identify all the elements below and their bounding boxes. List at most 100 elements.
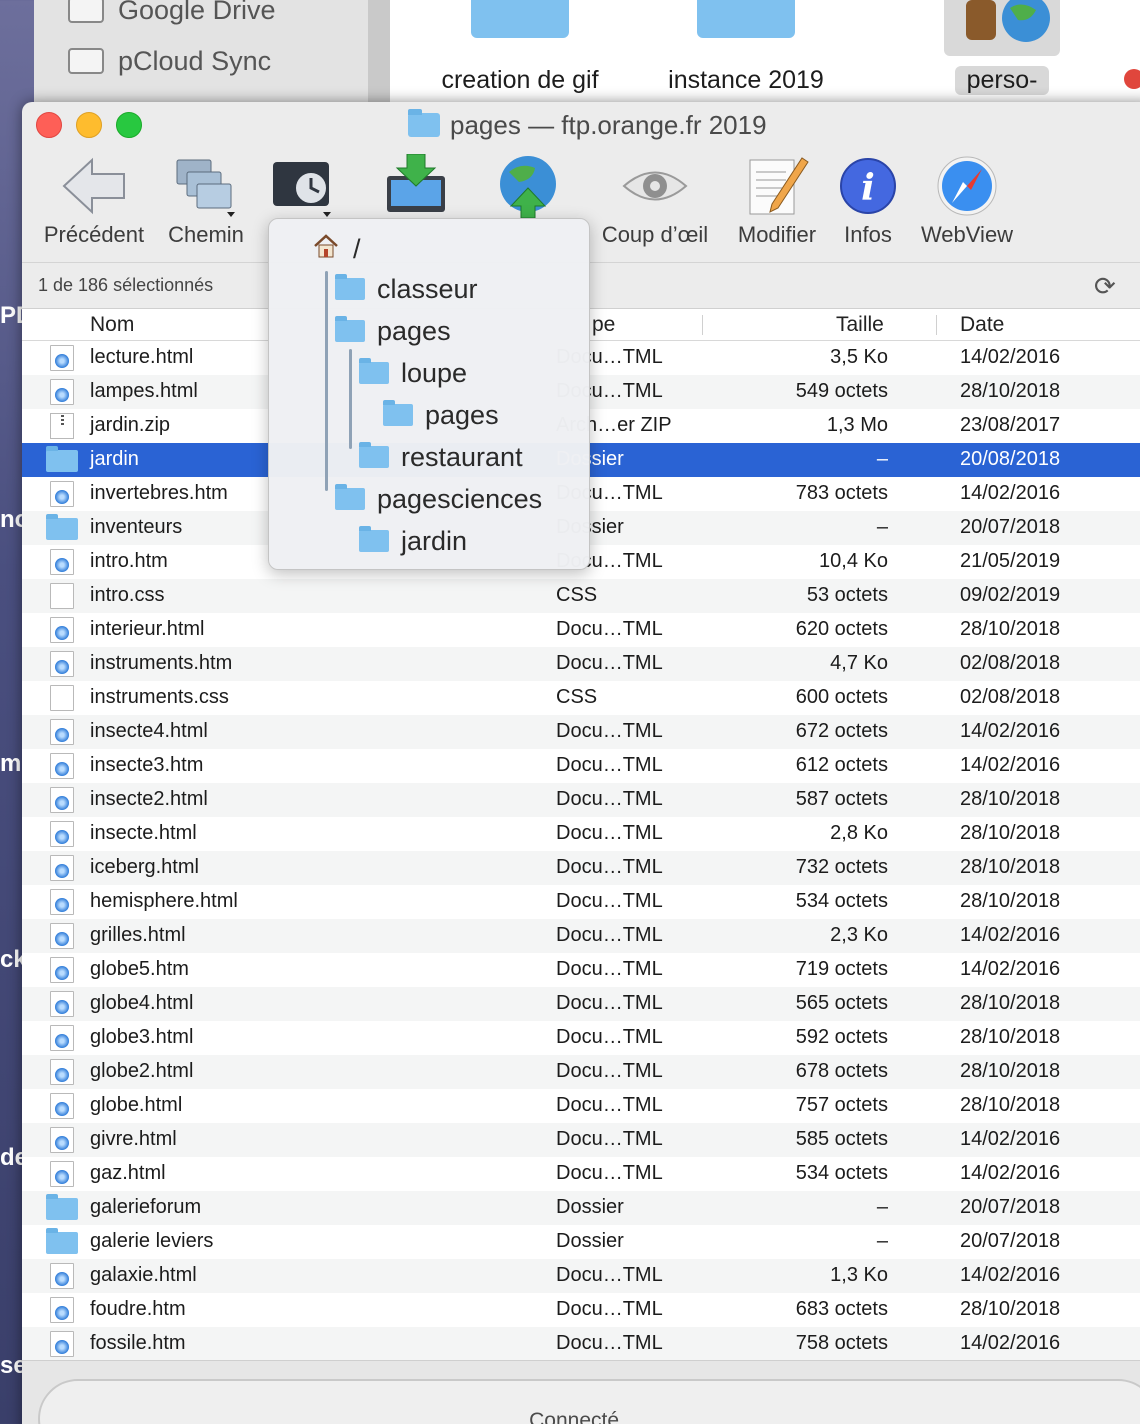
file-date: 28/10/2018 [960, 1026, 1061, 1048]
file-date: 14/02/2016 [960, 482, 1061, 504]
file-name: instruments.htm [90, 652, 233, 674]
toolbar-label: WebView [920, 222, 1014, 247]
table-row[interactable]: foudre.htm Docu…TML 683 octets 28/10/2018 [22, 1293, 1140, 1327]
folder-icon [359, 442, 389, 468]
file-name: galerie leviers [90, 1230, 214, 1252]
path-item-pages-nested[interactable]: pages [383, 395, 499, 435]
selection-count: 1 de 186 sélectionnés [38, 275, 214, 295]
path-item-pagesciences[interactable]: pagesciences [335, 479, 542, 519]
table-row[interactable]: interieur.html Docu…TML 620 octets 28/10/20… [22, 613, 1140, 647]
file-kind: Dossier [556, 1196, 624, 1218]
file-size: 672 octets [795, 720, 888, 742]
file-name: fossile.htm [90, 1332, 186, 1354]
table-row[interactable]: insecte2.html Docu…TML 587 octets 28/10/201… [22, 783, 1140, 817]
table-row[interactable]: galerieforum Dossier – 20/07/2018 [22, 1191, 1140, 1225]
column-divider[interactable] [702, 315, 703, 335]
path-item-restaurant[interactable]: restaurant [359, 437, 523, 477]
path-item-classeur[interactable]: classeur [335, 269, 478, 309]
refresh-icon[interactable]: ⟳ [1094, 271, 1116, 302]
zoom-button[interactable] [116, 112, 142, 138]
table-row[interactable]: grilles.html Docu…TML 2,3 Ko 14/02/2016 [22, 919, 1140, 953]
title-bar[interactable]: pages — ftp.orange.fr 2019 [22, 102, 1140, 146]
edit-button[interactable]: Modifier [728, 154, 826, 248]
file-size: 2,3 Ko [830, 924, 888, 946]
table-row[interactable]: givre.html Docu…TML 585 octets 14/02/2016 [22, 1123, 1140, 1157]
folder-item-instance-2019[interactable]: instance 2019 [646, 0, 846, 102]
file-date: 14/02/2016 [960, 720, 1061, 742]
file-date: 14/02/2016 [960, 754, 1061, 776]
file-name: lampes.html [90, 380, 198, 402]
back-button[interactable]: Précédent [38, 154, 150, 248]
table-row[interactable]: galerie leviers Dossier – 20/07/2018 [22, 1225, 1140, 1259]
column-divider[interactable] [936, 315, 937, 335]
path-item-loupe[interactable]: loupe [359, 353, 467, 393]
download-icon [378, 154, 454, 218]
file-name: globe2.html [90, 1060, 194, 1082]
table-row[interactable]: globe.html Docu…TML 757 octets 28/10/2018 [22, 1089, 1140, 1123]
path-item-label: classeur [377, 273, 478, 304]
info-button[interactable]: i Infos [834, 154, 902, 248]
html-document-icon [50, 821, 74, 847]
quicklook-button[interactable]: Coup d’œil [596, 154, 714, 248]
path-item-pages[interactable]: pages [335, 311, 451, 351]
file-size: 683 octets [795, 1298, 888, 1320]
file-name: insecte3.htm [90, 754, 204, 776]
file-kind: Docu…TML [556, 754, 663, 776]
file-size: 612 octets [795, 754, 888, 776]
folder-label: perso- [954, 66, 1050, 95]
table-row[interactable]: hemisphere.html Docu…TML 534 octets 28/10/2… [22, 885, 1140, 919]
file-date: 28/10/2018 [960, 822, 1061, 844]
file-size: 3,5 Ko [830, 346, 888, 368]
background-scrollbar[interactable] [368, 0, 390, 102]
table-row[interactable]: globe4.html Docu…TML 565 octets 28/10/2018 [22, 987, 1140, 1021]
table-row[interactable]: intro.css CSS 53 octets 09/02/2019 [22, 579, 1140, 613]
table-row[interactable]: instruments.css CSS 600 octets 02/08/2018 [22, 681, 1140, 715]
table-row[interactable]: insecte3.htm Docu…TML 612 octets 14/02/2016 [22, 749, 1140, 783]
table-row[interactable]: globe2.html Docu…TML 678 octets 28/10/2018 [22, 1055, 1140, 1089]
path-item-label: pages [377, 315, 451, 346]
file-name: globe4.html [90, 992, 194, 1014]
webview-button[interactable]: WebView [916, 154, 1018, 248]
path-item-jardin[interactable]: jardin [359, 521, 467, 561]
sidebar-item-google-drive[interactable]: Google Drive [68, 0, 276, 30]
upload-button[interactable] [490, 154, 566, 222]
minimize-button[interactable] [76, 112, 102, 138]
table-row[interactable]: globe3.html Docu…TML 592 octets 28/10/2018 [22, 1021, 1140, 1055]
folder-label: creation de gif [441, 66, 599, 94]
file-name: jardin.zip [90, 414, 171, 436]
download-button[interactable] [378, 154, 454, 222]
folder-item-perso[interactable]: perso- [902, 0, 1102, 102]
table-row[interactable]: insecte.html Docu…TML 2,8 Ko 28/10/2018 [22, 817, 1140, 851]
table-row[interactable]: fossile.htm Docu…TML 758 octets 14/02/2016 [22, 1327, 1140, 1361]
table-row[interactable]: globe5.htm Docu…TML 719 octets 14/02/2016 [22, 953, 1140, 987]
folder-item-creation-de-gif[interactable]: creation de gif [420, 0, 620, 102]
folder-icon [46, 446, 78, 472]
column-header-name[interactable]: Nom [90, 313, 134, 337]
path-button[interactable]: Chemin [160, 154, 252, 248]
file-kind: Docu…TML [556, 1162, 663, 1184]
column-header-kind[interactable]: pe [592, 313, 615, 337]
table-row[interactable]: gaz.html Docu…TML 534 octets 14/02/2016 [22, 1157, 1140, 1191]
table-row[interactable]: insecte4.html Docu…TML 672 octets 14/02/201… [22, 715, 1140, 749]
sidebar-item-pcloud-sync[interactable]: pCloud Sync [68, 41, 271, 81]
file-kind: Docu…TML [556, 1128, 663, 1150]
close-button[interactable] [36, 112, 62, 138]
table-row[interactable]: iceberg.html Docu…TML 732 octets 28/10/2018 [22, 851, 1140, 885]
toolbar-label: Chemin [168, 222, 244, 247]
toolbar-label: Modifier [737, 222, 817, 247]
history-button[interactable] [262, 154, 342, 222]
file-date: 09/02/2019 [960, 584, 1061, 606]
path-item-root[interactable]: / [313, 229, 361, 269]
folder-icon [359, 526, 389, 552]
file-name: hemisphere.html [90, 890, 238, 912]
file-kind: Docu…TML [556, 1026, 663, 1048]
column-header-size[interactable]: Taille [836, 313, 884, 337]
column-header-date[interactable]: Date [960, 313, 1004, 337]
file-date: 14/02/2016 [960, 346, 1061, 368]
file-date: 14/02/2016 [960, 1264, 1061, 1286]
file-name: interieur.html [90, 618, 205, 640]
table-row[interactable]: instruments.htm Docu…TML 4,7 Ko 02/08/2018 [22, 647, 1140, 681]
upload-globe-icon [490, 154, 566, 218]
html-document-icon [50, 481, 74, 507]
table-row[interactable]: galaxie.html Docu…TML 1,3 Ko 14/02/2016 [22, 1259, 1140, 1293]
